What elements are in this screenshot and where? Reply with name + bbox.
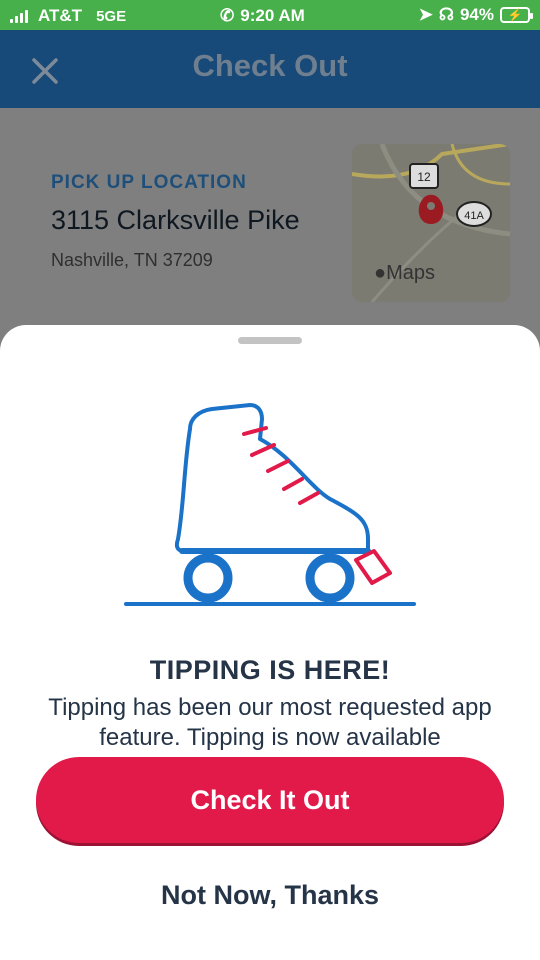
page-title: Check Out bbox=[192, 48, 348, 83]
battery-icon: ⚡ bbox=[500, 7, 533, 23]
pickup-city: Nashville, TN 37209 bbox=[51, 250, 213, 270]
apple-logo-icon: ● bbox=[374, 262, 387, 284]
route-41a-marker: 41A bbox=[464, 210, 484, 222]
battery-percent: 94% bbox=[459, 5, 494, 24]
app-header: Check Out bbox=[0, 30, 540, 108]
tipping-title: TIPPING IS HERE! bbox=[149, 655, 391, 685]
carrier-label: AT&T bbox=[38, 6, 83, 25]
roller-skate-icon bbox=[124, 403, 416, 606]
tipping-description: Tipping has been our most requested app … bbox=[48, 694, 492, 751]
status-center: ✆ 9:20 AM bbox=[220, 6, 305, 26]
check-it-out-button[interactable]: Check It Out bbox=[36, 757, 504, 843]
pickup-street: 3115 Clarksville Pike bbox=[51, 205, 300, 235]
route-12-marker: 12 bbox=[417, 170, 431, 184]
status-right: ➤ ☊ 94% ⚡ bbox=[418, 5, 533, 25]
status-left: AT&T 5GE bbox=[10, 6, 126, 26]
maps-text: Maps bbox=[386, 262, 435, 284]
network-label: 5GE bbox=[96, 7, 127, 25]
not-now-button[interactable]: Not Now, Thanks bbox=[0, 880, 540, 911]
headphones-icon: ☊ bbox=[438, 5, 454, 24]
apple-maps-label: ●Maps bbox=[374, 262, 435, 285]
pickup-location-label: PICK UP LOCATION bbox=[51, 172, 247, 193]
sheet-grabber[interactable] bbox=[238, 337, 302, 344]
tipping-sheet: TIPPING IS HERE! Tipping has been our mo… bbox=[0, 325, 540, 960]
map-thumbnail[interactable]: 12 41A ●Maps bbox=[352, 144, 510, 302]
location-arrow-icon: ➤ bbox=[418, 5, 433, 24]
status-bar: AT&T 5GE ✆ 9:20 AM ➤ ☊ 94% ⚡ bbox=[0, 0, 540, 30]
signal-icon bbox=[10, 9, 28, 23]
phone-icon: ✆ bbox=[220, 6, 235, 25]
time-label: 9:20 AM bbox=[240, 6, 305, 25]
